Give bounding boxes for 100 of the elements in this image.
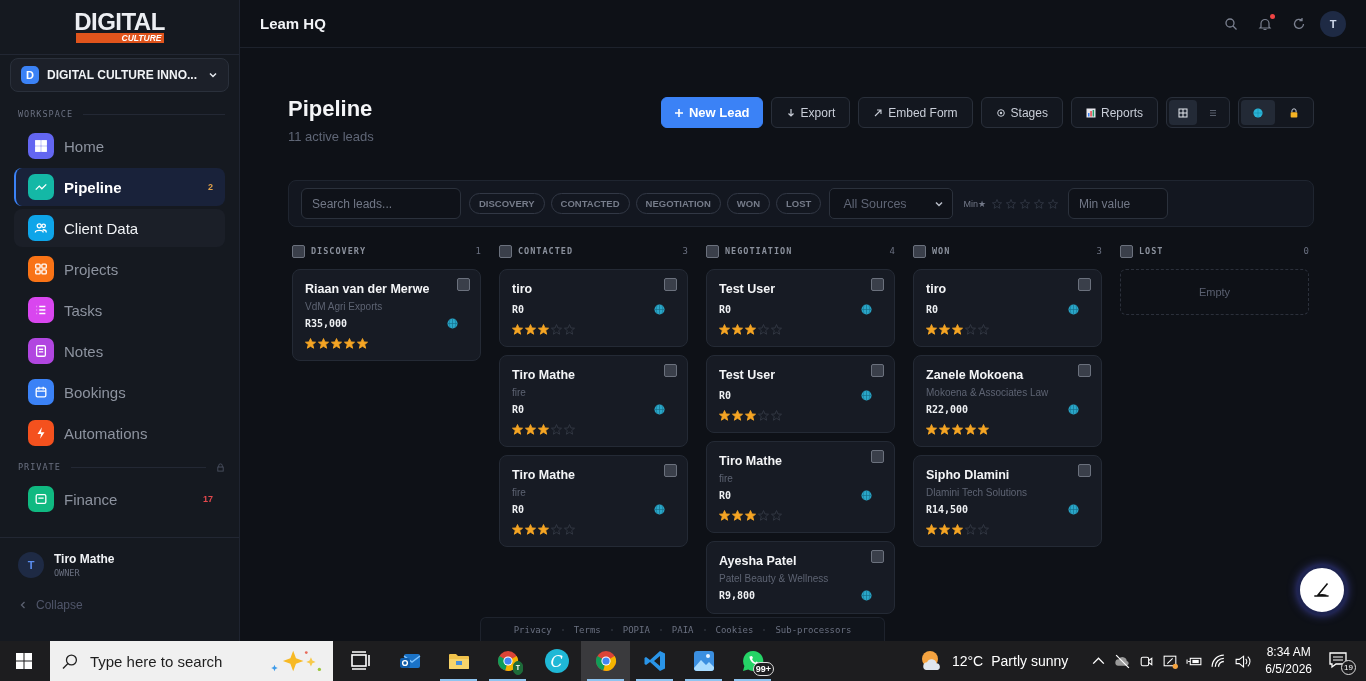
column-title: LOST: [1139, 246, 1165, 256]
checkbox[interactable]: [664, 278, 677, 291]
lead-value: R0: [512, 403, 525, 415]
globe-icon: [654, 503, 665, 515]
chevron-down-icon: [208, 70, 218, 80]
search-input[interactable]: Type here to search: [87, 651, 257, 671]
nav-item[interactable]: Notes: [14, 332, 225, 370]
logo-bar: CULTURE: [75, 33, 164, 43]
checkbox[interactable]: [871, 550, 884, 563]
checkbox[interactable]: [457, 278, 470, 291]
lead-card[interactable]: Sipho Dlamini Dlamini Tech Solutions R14,500: [913, 455, 1102, 547]
refresh-icon[interactable]: [1292, 16, 1306, 31]
assistant-button[interactable]: [1297, 565, 1347, 615]
lead-card[interactable]: Test User R0: [706, 355, 895, 433]
lead-value: R9,800: [719, 589, 756, 601]
lead-value: R0: [719, 489, 732, 501]
star-icon: [978, 324, 989, 335]
checkbox[interactable]: [664, 364, 677, 377]
nav-item[interactable]: Client Data: [14, 209, 225, 247]
star-icon: [512, 324, 523, 335]
volume-icon[interactable]: [1234, 652, 1252, 670]
star-icon: [952, 424, 963, 435]
action-button[interactable]: Reports: [1070, 97, 1158, 128]
checkbox[interactable]: [913, 244, 926, 258]
min-value-field[interactable]: Min value: [1067, 188, 1168, 219]
star-icon: [745, 510, 756, 521]
cloud-off-icon[interactable]: [1114, 652, 1132, 670]
notification-center-button[interactable]: 19: [1324, 646, 1358, 676]
taskbar-search-bar[interactable]: Type here to search: [50, 641, 333, 681]
bell-icon[interactable]: [1258, 16, 1272, 31]
checkbox[interactable]: [1078, 278, 1091, 291]
action-button[interactable]: New Lead: [660, 97, 763, 128]
section-label: WORKSPACE: [18, 109, 74, 119]
footer-link[interactable]: Sub-processors: [775, 624, 852, 635]
nav-item[interactable]: Finance 17: [14, 480, 225, 518]
footer-link[interactable]: Privacy: [513, 624, 552, 635]
checkbox[interactable]: [871, 450, 884, 463]
lead-card[interactable]: Tiro Mathe fire R0: [499, 355, 688, 447]
checkbox[interactable]: [499, 244, 512, 258]
checkbox[interactable]: [292, 244, 305, 258]
star-icon: [758, 410, 769, 421]
nav-item[interactable]: Tasks: [14, 291, 225, 329]
taskbar-app[interactable]: [581, 641, 630, 681]
star-icon: [771, 324, 782, 335]
nav-item[interactable]: Home: [14, 127, 225, 165]
source-dropdown[interactable]: All Sources: [829, 188, 954, 219]
search-field[interactable]: Search leads...: [301, 188, 461, 219]
nav-item[interactable]: Pipeline 2: [14, 168, 225, 206]
lead-card[interactable]: Test User R0: [706, 269, 895, 347]
footer-link[interactable]: Terms: [573, 624, 601, 635]
lead-card[interactable]: Riaan van der Merwe VdM Agri Exports R35,000: [292, 269, 481, 361]
checkbox[interactable]: [1120, 244, 1133, 258]
nav-item[interactable]: Projects: [14, 250, 225, 288]
lead-card[interactable]: tiro R0: [499, 269, 688, 347]
search-icon[interactable]: [1224, 16, 1238, 31]
checkbox[interactable]: [706, 244, 719, 258]
lead-card[interactable]: Tiro Mathe fire R0: [499, 455, 688, 547]
checkbox[interactable]: [871, 278, 884, 291]
star-icon: [512, 524, 523, 535]
task-view-icon: [348, 649, 373, 673]
lead-card[interactable]: Ayesha Patel Patel Beauty & Wellness R9,800: [706, 541, 895, 614]
star-icon: [551, 424, 562, 435]
clock[interactable]: 8:34 AM 6/5/2026: [1265, 644, 1312, 678]
checkbox[interactable]: [1078, 464, 1091, 477]
action-button[interactable]: Stages: [980, 97, 1063, 128]
checkbox[interactable]: [871, 364, 884, 377]
view-toggle[interactable]: [1169, 100, 1197, 125]
star-icon: [758, 324, 769, 335]
start-icon[interactable]: [16, 653, 32, 669]
taskbar-app[interactable]: 99+: [728, 641, 777, 681]
star-icon: [939, 424, 950, 435]
search-icon: [62, 652, 78, 670]
column-count: 0: [1303, 246, 1309, 256]
star-icon: [939, 524, 950, 535]
lead-company: Patel Beauty & Wellness: [719, 573, 830, 584]
lead-card[interactable]: Zanele Mokoena Mokoena & Associates Law R22,000: [913, 355, 1102, 447]
checkbox[interactable]: [664, 464, 677, 477]
user-avatar[interactable]: T: [1320, 10, 1346, 37]
globe-icon: [1068, 503, 1079, 515]
lead-card[interactable]: Tiro Mathe fire R0: [706, 441, 895, 533]
footer-link[interactable]: POPIA: [622, 624, 650, 635]
min-stars-label: Min★: [963, 198, 986, 209]
lead-company: fire: [719, 473, 734, 484]
globe-icon: [861, 303, 872, 315]
nav-item[interactable]: Bookings: [14, 373, 225, 411]
footer-link[interactable]: Cookies: [715, 624, 754, 635]
globe-icon: [1253, 107, 1263, 118]
organization-selector[interactable]: D DIGITAL CULTURE INNO...: [10, 58, 229, 92]
nav-item[interactable]: Automations: [14, 414, 225, 452]
column-title: WON: [932, 246, 952, 256]
lead-value: R35,000: [305, 317, 348, 329]
action-button[interactable]: Embed Form: [858, 97, 973, 128]
footer-link[interactable]: PAIA: [671, 624, 694, 635]
action-button[interactable]: Export: [770, 97, 851, 128]
lead-card[interactable]: tiro R0: [913, 269, 1102, 347]
star-icon: [564, 424, 575, 435]
star-icon: [978, 424, 989, 435]
toggle-button[interactable]: [1241, 100, 1275, 125]
logo-title: DIGITAL: [74, 11, 165, 33]
checkbox[interactable]: [1078, 364, 1091, 377]
